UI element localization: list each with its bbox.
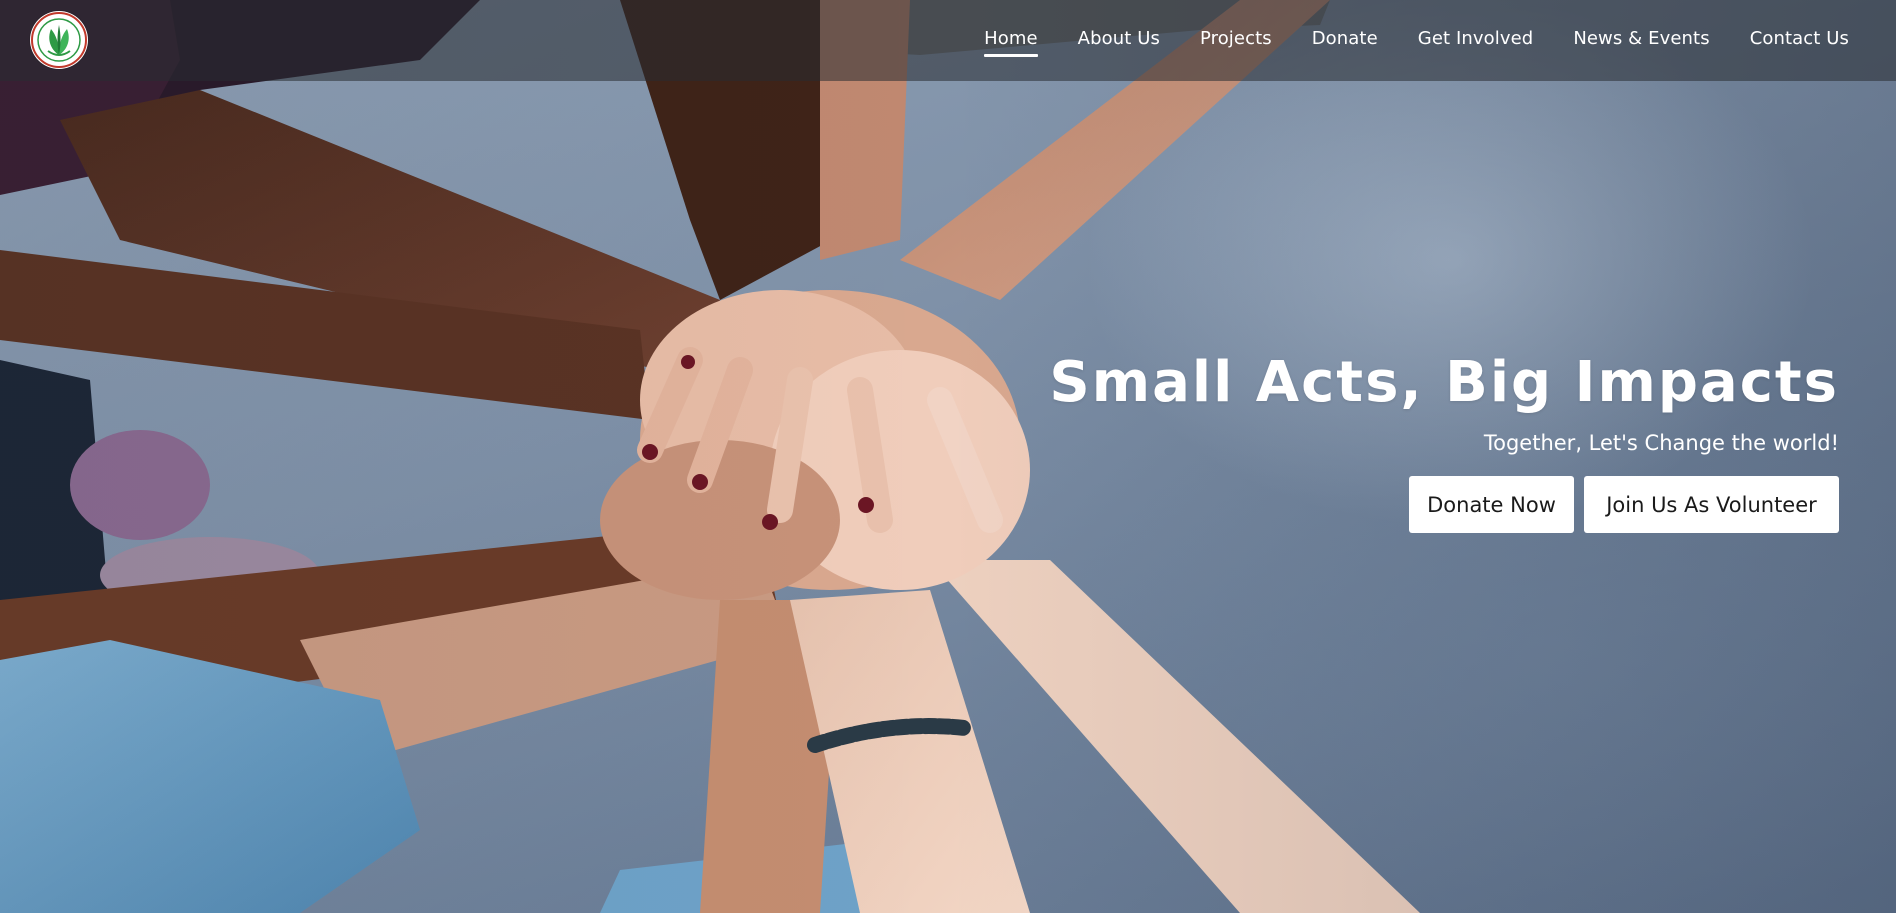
donate-now-button[interactable]: Donate Now — [1409, 476, 1574, 533]
nav-item-news-events[interactable]: News & Events — [1573, 28, 1709, 53]
main-navigation: Home About Us Projects Donate Get Involv… — [984, 0, 1849, 81]
page: Home About Us Projects Donate Get Involv… — [0, 0, 1896, 913]
hero-buttons: Donate Now Join Us As Volunteer — [1049, 476, 1839, 533]
leaf-logo-icon — [31, 12, 87, 68]
nav-item-home[interactable]: Home — [984, 28, 1038, 57]
nav-item-contact-us[interactable]: Contact Us — [1750, 28, 1849, 53]
join-volunteer-button[interactable]: Join Us As Volunteer — [1584, 476, 1839, 533]
navbar: Home About Us Projects Donate Get Involv… — [0, 0, 1896, 81]
nav-item-projects[interactable]: Projects — [1200, 28, 1272, 53]
nav-item-about-us[interactable]: About Us — [1078, 28, 1160, 53]
hero-content: Small Acts, Big Impacts Together, Let's … — [1049, 355, 1839, 533]
logo[interactable] — [30, 11, 88, 69]
hero-subtitle: Together, Let's Change the world! — [1483, 431, 1839, 455]
hero-title: Small Acts, Big Impacts — [1049, 350, 1839, 415]
nav-item-get-involved[interactable]: Get Involved — [1418, 28, 1534, 53]
nav-item-donate[interactable]: Donate — [1312, 28, 1378, 53]
